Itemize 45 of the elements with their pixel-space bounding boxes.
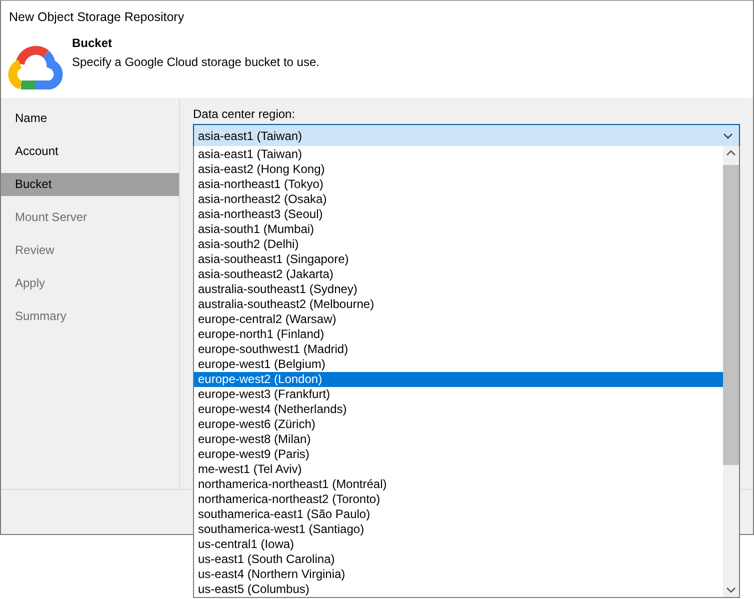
dropdown-option[interactable]: europe-west3 (Frankfurt) [194, 387, 723, 402]
dropdown-option[interactable]: us-east4 (Northern Virginia) [194, 567, 723, 582]
dropdown-option[interactable]: us-east1 (South Carolina) [194, 552, 723, 567]
dropdown-option[interactable]: me-west1 (Tel Aviv) [194, 462, 723, 477]
sidebar-item[interactable]: Review [1, 239, 179, 262]
window-title: New Object Storage Repository [9, 10, 184, 24]
dropdown-option[interactable]: northamerica-northeast2 (Toronto) [194, 492, 723, 507]
dropdown-option[interactable]: asia-southeast1 (Singapore) [194, 252, 723, 267]
sidebar-item[interactable]: Summary [1, 305, 179, 328]
dropdown-option[interactable]: asia-east2 (Hong Kong) [194, 162, 723, 177]
dropdown-option[interactable]: asia-northeast2 (Osaka) [194, 192, 723, 207]
dropdown-option[interactable]: europe-central2 (Warsaw) [194, 312, 723, 327]
dropdown-option[interactable]: us-east5 (Columbus) [194, 582, 723, 597]
chevron-down-icon [723, 132, 733, 138]
dropdown-option[interactable]: asia-east1 (Taiwan) [194, 147, 723, 162]
dropdown-option[interactable]: australia-southeast1 (Sydney) [194, 282, 723, 297]
dropdown-option[interactable]: europe-southwest1 (Madrid) [194, 342, 723, 357]
dropdown-option[interactable]: asia-south1 (Mumbai) [194, 222, 723, 237]
dropdown-option[interactable]: asia-southeast2 (Jakarta) [194, 267, 723, 282]
dropdown-option[interactable]: northamerica-northeast1 (Montréal) [194, 477, 723, 492]
page-title: Bucket [72, 36, 114, 50]
dropdown-option[interactable]: us-central1 (Iowa) [194, 537, 723, 552]
dropdown-option[interactable]: europe-west9 (Paris) [194, 447, 723, 462]
dropdown-option[interactable]: europe-west2 (London) [194, 372, 723, 387]
sidebar-item[interactable]: Bucket [1, 173, 179, 196]
dropdown-option[interactable]: asia-northeast1 (Tokyo) [194, 177, 723, 192]
dropdown-option[interactable]: europe-west1 (Belgium) [194, 357, 723, 372]
sidebar-item[interactable]: Name [1, 107, 179, 130]
sidebar-item[interactable]: Account [1, 140, 179, 163]
page-subtitle: Specify a Google Cloud storage bucket to use. [72, 55, 320, 69]
dropdown-option[interactable]: southamerica-east1 (São Paulo) [194, 507, 723, 522]
scrollbar-thumb[interactable] [723, 165, 739, 465]
sidebar-item[interactable]: Mount Server [1, 206, 179, 229]
dropdown-option[interactable]: southamerica-west1 (Santiago) [194, 522, 723, 537]
dropdown-option[interactable]: asia-south2 (Delhi) [194, 237, 723, 252]
dropdown-option[interactable]: asia-northeast3 (Seoul) [194, 207, 723, 222]
sidebar-item[interactable]: Apply [1, 272, 179, 295]
dropdown-option[interactable]: europe-west8 (Milan) [194, 432, 723, 447]
field-label: Data center region: [193, 107, 296, 121]
dropdown-option[interactable]: europe-north1 (Finland) [194, 327, 723, 342]
dropdown-option[interactable]: australia-southeast2 (Melbourne) [194, 297, 723, 312]
scrollbar[interactable] [723, 146, 739, 597]
region-dropdown[interactable]: asia-east1 (Taiwan) [193, 124, 740, 147]
dropdown-option[interactable]: europe-west4 (Netherlands) [194, 402, 723, 417]
dropdown-option[interactable]: europe-west6 (Zürich) [194, 417, 723, 432]
